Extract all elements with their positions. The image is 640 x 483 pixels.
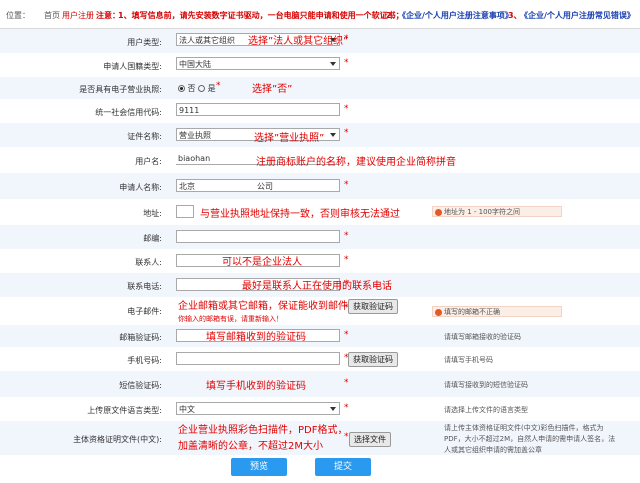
row-phone: 联系电话: * 最好是联系人正在使用的联系电话 xyxy=(0,273,640,297)
row-username: 用户名: biaohan 注册商标账户的名称，建议使用企业简称拼音 xyxy=(0,147,640,173)
doc-language-help: 请选择上传文件的语言类型 xyxy=(444,406,528,414)
contact-label: 联系人: xyxy=(135,258,162,267)
warning-icon xyxy=(435,309,442,316)
choose-file-button[interactable]: 选择文件 xyxy=(349,432,391,447)
qualification-label: 主体资格证明文件(中文): xyxy=(73,435,162,444)
breadcrumb-home-link[interactable]: 首页 xyxy=(44,10,60,21)
radio-yes[interactable] xyxy=(198,85,206,92)
mobile-label: 手机号码: xyxy=(127,356,162,365)
required-star: * xyxy=(344,231,349,241)
warning-icon xyxy=(435,209,442,216)
address-label: 地址: xyxy=(143,209,162,218)
row-doc-language: 上传原文件语言类型: 中文 * 请选择上传文件的语言类型 xyxy=(0,397,640,421)
phone-annotation: 最好是联系人正在使用的联系电话 xyxy=(242,281,392,292)
required-star: * xyxy=(344,378,349,388)
email-get-code-button[interactable]: 获取验证码 xyxy=(348,299,398,314)
phone-label: 联系电话: xyxy=(127,282,162,291)
mobile-help: 请填写手机号码 xyxy=(444,356,493,364)
business-license-label: 是否具有电子营业执照: xyxy=(79,85,162,94)
required-star: * xyxy=(344,330,349,340)
required-star: * xyxy=(344,255,349,265)
notice-1: 1、填写信息前，请先安装数字证书驱动，一台电脑只能申请和使用一个软证书； xyxy=(118,11,404,20)
email-code-help: 请填写邮箱接收的验证码 xyxy=(444,333,521,341)
submit-button[interactable]: 提交 xyxy=(315,458,371,476)
email-error-hint: 你输入的邮箱有误，请重新输入！ xyxy=(178,315,283,323)
applicant-name-start: 北京 xyxy=(179,182,195,191)
required-star: * xyxy=(344,432,349,442)
applicant-name-input[interactable]: 北京 公司 xyxy=(176,179,340,192)
business-license-radios: 否 是 xyxy=(178,83,216,94)
required-star: * xyxy=(344,104,349,114)
user-type-label: 用户类型: xyxy=(127,38,162,47)
sms-code-label: 短信验证码: xyxy=(119,381,162,390)
contact-annotation: 可以不是企业法人 xyxy=(222,257,302,268)
row-address: 地址: 与营业执照地址保持一致，否则审核无法通过 地址为 1 - 100字符之间 xyxy=(0,199,640,225)
row-nationality: 申请人国籍类型: 中国大陆 * xyxy=(0,53,640,77)
notice-prefix: 注意： xyxy=(96,11,120,20)
row-sms-code: 短信验证码: * 填写手机收到的验证码 请填写接收到的短信验证码 xyxy=(0,371,640,397)
address-input[interactable] xyxy=(176,205,194,218)
required-star: * xyxy=(216,81,221,91)
credit-code-input[interactable]: 9111 xyxy=(176,103,340,116)
row-credit-code: 统一社会信用代码: 9111 * xyxy=(0,99,640,123)
row-email: 电子邮件: 企业邮箱或其它邮箱，保证能收到邮件 * 获取验证码 你输入的邮箱有误… xyxy=(0,297,640,325)
required-star: * xyxy=(344,403,349,413)
row-contact: 联系人: * 可以不是企业法人 xyxy=(0,249,640,273)
preview-button[interactable]: 预览 xyxy=(231,458,287,476)
row-applicant-name: 申请人名称: 北京 公司 * xyxy=(0,173,640,199)
qualification-annotation-1: 企业营业执照彩色扫描件，PDF格式， xyxy=(178,425,348,436)
required-star: * xyxy=(344,58,349,68)
qualification-help-2: PDF，大小不超过2M，自然人申请的需申请人签名，法 xyxy=(444,435,616,443)
sms-code-help: 请填写接收到的短信验证码 xyxy=(444,381,528,389)
email-annotation: 企业邮箱或其它邮箱，保证能收到邮件 xyxy=(178,301,348,312)
email-code-label: 邮箱验证码: xyxy=(119,333,162,342)
qualification-help-3: 人或其它组织申请的需加盖公章 xyxy=(444,446,542,454)
mobile-get-code-button[interactable]: 获取验证码 xyxy=(348,352,398,367)
required-star: * xyxy=(344,128,349,138)
row-cert-name: 证件名称: 营业执照 * 选择”营业执照” xyxy=(0,123,640,147)
row-user-type: 用户类型: 法人或其它组织 * 选择”法人或其它组织” xyxy=(0,29,640,53)
row-mobile: 手机号码: * 获取验证码 请填写手机号码 xyxy=(0,347,640,371)
required-star: * xyxy=(344,180,349,190)
radio-no[interactable] xyxy=(178,85,185,92)
qualification-help-1: 请上传主体资格证明文件(中文)彩色扫描件，格式为 xyxy=(444,424,604,432)
position-label: 位置： xyxy=(6,11,30,20)
radio-yes-label: 是 xyxy=(207,84,216,93)
postcode-input[interactable] xyxy=(176,230,340,243)
cert-name-annotation: 选择”营业执照” xyxy=(254,133,325,144)
mobile-input[interactable] xyxy=(176,352,340,365)
breadcrumb-bar: 位置： 首页 用户注册 注意： 1、填写信息前，请先安装数字证书驱动，一台电脑只… xyxy=(0,0,640,29)
sms-code-annotation: 填写手机收到的验证码 xyxy=(206,381,306,392)
doc-language-select[interactable]: 中文 xyxy=(176,402,340,415)
nationality-select[interactable]: 中国大陆 xyxy=(176,57,340,70)
email-warning: 填写的邮箱不正确 xyxy=(432,306,562,317)
breadcrumb-current: 用户注册 xyxy=(62,11,94,20)
business-license-annotation: 选择”否” xyxy=(252,84,293,95)
notice-3-link[interactable]: 《企业/个人用户注册常见错误》 xyxy=(520,10,635,21)
address-annotation: 与营业执照地址保持一致，否则审核无法通过 xyxy=(200,209,400,220)
user-type-annotation: 选择”法人或其它组织” xyxy=(248,36,349,47)
radio-no-label: 否 xyxy=(187,84,196,93)
email-label: 电子邮件: xyxy=(127,307,162,316)
address-warning: 地址为 1 - 100字符之间 xyxy=(432,206,562,217)
email-warning-text: 填写的邮箱不正确 xyxy=(444,308,500,316)
qualification-annotation-2: 加盖清晰的公章，不超过2M大小 xyxy=(178,441,323,452)
postcode-label: 邮编: xyxy=(143,234,162,243)
row-email-code: 邮箱验证码: * 填写邮箱收到的验证码 请填写邮箱接收的验证码 xyxy=(0,325,640,347)
applicant-name-end: 公司 xyxy=(257,182,273,191)
address-warning-text: 地址为 1 - 100字符之间 xyxy=(444,208,521,216)
applicant-name-label: 申请人名称: xyxy=(119,183,162,192)
doc-language-label: 上传原文件语言类型: xyxy=(87,406,162,415)
row-business-license: 是否具有电子营业执照: 否 是 * 选择”否” xyxy=(0,77,640,99)
username-annotation: 注册商标账户的名称，建议使用企业简称拼音 xyxy=(256,157,456,168)
credit-code-label: 统一社会信用代码: xyxy=(95,108,162,117)
email-code-annotation: 填写邮箱收到的验证码 xyxy=(206,332,306,343)
notice-2-link[interactable]: 《企业/个人用户注册注意事项》 xyxy=(398,10,513,21)
row-postcode: 邮编: * xyxy=(0,225,640,249)
username-label: 用户名: xyxy=(135,157,162,166)
cert-name-label: 证件名称: xyxy=(127,132,162,141)
nationality-label: 申请人国籍类型: xyxy=(103,62,162,71)
row-qualification: 主体资格证明文件(中文): 企业营业执照彩色扫描件，PDF格式， 加盖清晰的公章… xyxy=(0,421,640,455)
